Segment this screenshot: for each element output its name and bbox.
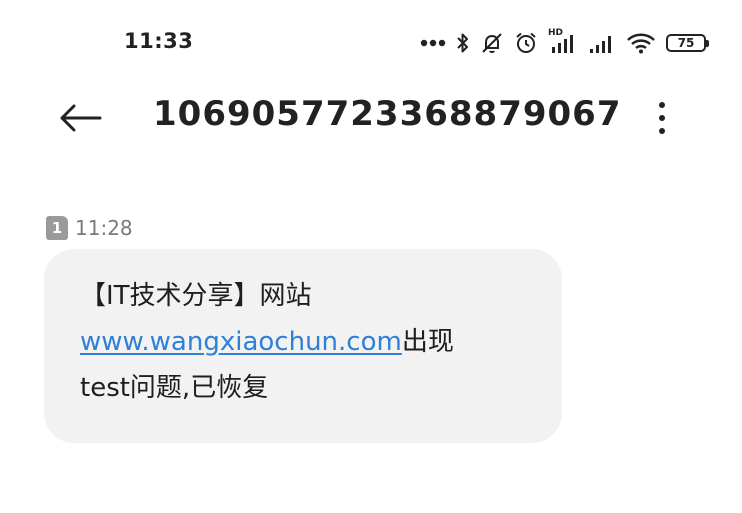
sim-card-icon: 1 [46, 216, 68, 240]
more-dots-icon [420, 39, 446, 47]
message-bubble[interactable]: 【IT技术分享】网站 www.wangxiaochun.com出现 test问题… [44, 249, 562, 443]
message-line-2-suffix: 出现 [401, 327, 454, 357]
signal-icon [590, 36, 611, 53]
back-arrow-icon [60, 104, 102, 132]
message-time: 11:28 [75, 216, 133, 240]
more-vert-icon-dot [659, 115, 665, 121]
battery-level: 75 [677, 36, 695, 50]
alarm-icon [516, 32, 536, 53]
sms-conversation-screen: 11:33 HD 75 1069057723368879067 1 11:28 … [0, 0, 742, 513]
more-options-button[interactable] [646, 96, 678, 140]
message-line-1: 【IT技术分享】网站 [80, 281, 312, 311]
message-line-2: www.wangxiaochun.com出现 [80, 319, 528, 365]
more-vert-icon-dot [659, 102, 665, 108]
battery-icon: 75 [666, 34, 709, 52]
back-button[interactable] [56, 98, 104, 138]
wifi-icon [627, 33, 655, 54]
status-icons: HD 75 [420, 28, 709, 58]
message-line-3: test问题,已恢复 [80, 373, 269, 403]
hd-signal-icon: HD [548, 28, 578, 55]
conversation-header: 1069057723368879067 [0, 86, 742, 150]
bluetooth-icon [457, 33, 468, 53]
message-link[interactable]: www.wangxiaochun.com [80, 327, 402, 357]
more-vert-icon-dot [659, 128, 665, 134]
status-time: 11:33 [124, 29, 194, 53]
mute-icon [482, 33, 502, 53]
page-title: 1069057723368879067 [153, 94, 622, 134]
message-meta: 1 11:28 [46, 215, 133, 241]
status-bar: 11:33 HD 75 [0, 0, 742, 86]
